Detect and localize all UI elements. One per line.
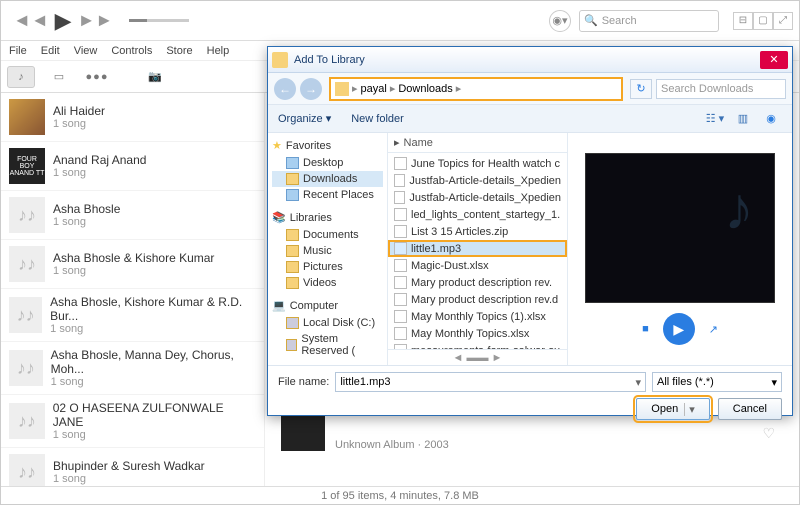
menu-controls[interactable]: Controls [111, 45, 152, 57]
file-row[interactable]: measurements-form-salwar-su [388, 342, 567, 349]
preview-pane-button[interactable]: ▥ [732, 110, 754, 128]
open-button[interactable]: Open▾ [636, 398, 709, 420]
artist-row[interactable]: ♪♪Asha Bhosle1 song [1, 191, 264, 240]
mini-player-button[interactable]: ⊟ [733, 12, 753, 30]
file-row[interactable]: June Topics for Health watch c [388, 155, 567, 172]
menu-help[interactable]: Help [207, 45, 230, 57]
status-bar: 1 of 95 items, 4 minutes, 7.8 MB [1, 486, 799, 504]
menu-view[interactable]: View [74, 45, 98, 57]
new-folder-button[interactable]: New folder [351, 113, 404, 125]
star-icon: ★ [272, 139, 282, 152]
breadcrumb[interactable]: ▸ payal▸ Downloads▸ [330, 78, 622, 100]
add-to-library-dialog: Add To Library ✕ ← → ▸ payal▸ Downloads▸… [267, 46, 793, 416]
menu-edit[interactable]: Edit [41, 45, 60, 57]
file-row[interactable]: little1.mp3 [388, 240, 567, 257]
account-button[interactable]: ◉▾ [549, 10, 571, 32]
file-row[interactable]: Magic-Dust.xlsx [388, 257, 567, 274]
preview-pane [585, 153, 775, 303]
album-year: 2003 [424, 439, 448, 451]
file-row[interactable]: Justfab-Article-details_Xpedien [388, 172, 567, 189]
music-icon[interactable]: ♪ [7, 66, 35, 88]
tree-system-reserved[interactable]: System Reserved ( [272, 331, 383, 359]
camera-icon[interactable]: 📷 [141, 66, 169, 88]
file-row[interactable]: List 3 15 Articles.zip [388, 223, 567, 240]
search-input[interactable]: 🔍 Search [579, 10, 719, 32]
organize-menu[interactable]: Organize ▾ [278, 112, 331, 125]
artist-row[interactable]: Ali Haider1 song [1, 93, 264, 142]
menu-store[interactable]: Store [166, 45, 192, 57]
prev-track-button[interactable]: ◄◄ [13, 10, 49, 31]
back-button[interactable]: ← [274, 78, 296, 100]
file-row[interactable]: May Monthly Topics (1).xlsx [388, 308, 567, 325]
refresh-button[interactable]: ↻ [630, 79, 652, 99]
filename-label: File name: [278, 376, 329, 388]
tree-pictures[interactable]: Pictures [272, 259, 383, 275]
close-icon[interactable]: ✕ [760, 51, 788, 69]
cancel-button[interactable]: Cancel [718, 398, 782, 420]
more-icon[interactable]: ●●● [83, 66, 111, 88]
file-row[interactable]: May Monthly Topics.xlsx [388, 325, 567, 342]
dialog-search-input[interactable]: Search Downloads [656, 79, 786, 99]
artist-row[interactable]: FOUR BOYANAND TTAnand Raj Anand1 song [1, 142, 264, 191]
preview-stop-button[interactable]: ■ [642, 323, 649, 335]
fullscreen-button[interactable]: ⤢ [773, 12, 793, 30]
artist-row[interactable]: ♪♪Bhupinder & Suresh Wadkar1 song [1, 448, 264, 486]
folder-icon [335, 82, 349, 96]
movies-icon[interactable]: ▭ [45, 66, 73, 88]
tree-downloads[interactable]: Downloads [272, 171, 383, 187]
artist-row[interactable]: ♪♪Asha Bhosle, Kishore Kumar & R.D. Bur.… [1, 289, 264, 342]
volume-slider[interactable] [129, 19, 189, 22]
view-options-button[interactable]: ☷ ▾ [704, 110, 726, 128]
next-track-button[interactable]: ►► [78, 10, 114, 31]
column-name[interactable]: ▸ Name [388, 133, 567, 153]
tree-music[interactable]: Music [272, 243, 383, 259]
artist-list: Ali Haider1 song FOUR BOYANAND TTAnand R… [1, 93, 265, 486]
itunes-icon [272, 52, 288, 68]
heart-icon[interactable]: ♡ [762, 425, 775, 442]
artist-row[interactable]: ♪♪02 O HASEENA ZULFONWALE JANE1 song [1, 395, 264, 448]
file-filter-select[interactable]: All files (*.*)▾ [652, 372, 782, 392]
forward-button[interactable]: → [300, 78, 322, 100]
file-row[interactable]: Mary product description rev.d [388, 291, 567, 308]
tree-documents[interactable]: Documents [272, 227, 383, 243]
tree-desktop[interactable]: Desktop [272, 155, 383, 171]
file-row[interactable]: led_lights_content_startegy_1. [388, 206, 567, 223]
preview-popout-button[interactable]: ↗ [709, 323, 718, 336]
help-icon[interactable]: ◉ [760, 110, 782, 128]
album-name: Unknown Album [335, 439, 415, 451]
play-button[interactable]: ▶ [55, 8, 72, 34]
restore-button[interactable]: ▢ [753, 12, 773, 30]
dialog-title: Add To Library [294, 54, 754, 66]
tree-videos[interactable]: Videos [272, 275, 383, 291]
artist-row[interactable]: ♪♪Asha Bhosle & Kishore Kumar1 song [1, 240, 264, 289]
file-row[interactable]: Mary product description rev. [388, 274, 567, 291]
tree-recent[interactable]: Recent Places [272, 187, 383, 203]
menu-file[interactable]: File [9, 45, 27, 57]
horizontal-scrollbar[interactable]: ◄ ▬▬ ► [388, 349, 567, 365]
nav-tree: ★Favorites Desktop Downloads Recent Plac… [268, 133, 388, 365]
artist-row[interactable]: ♪♪Asha Bhosle, Manna Dey, Chorus, Moh...… [1, 342, 264, 395]
tree-local-c[interactable]: Local Disk (C:) [272, 315, 383, 331]
file-row[interactable]: Justfab-Article-details_Xpedien [388, 189, 567, 206]
filename-input[interactable]: little1.mp3▾ [335, 372, 646, 392]
preview-play-button[interactable]: ▶ [663, 313, 695, 345]
